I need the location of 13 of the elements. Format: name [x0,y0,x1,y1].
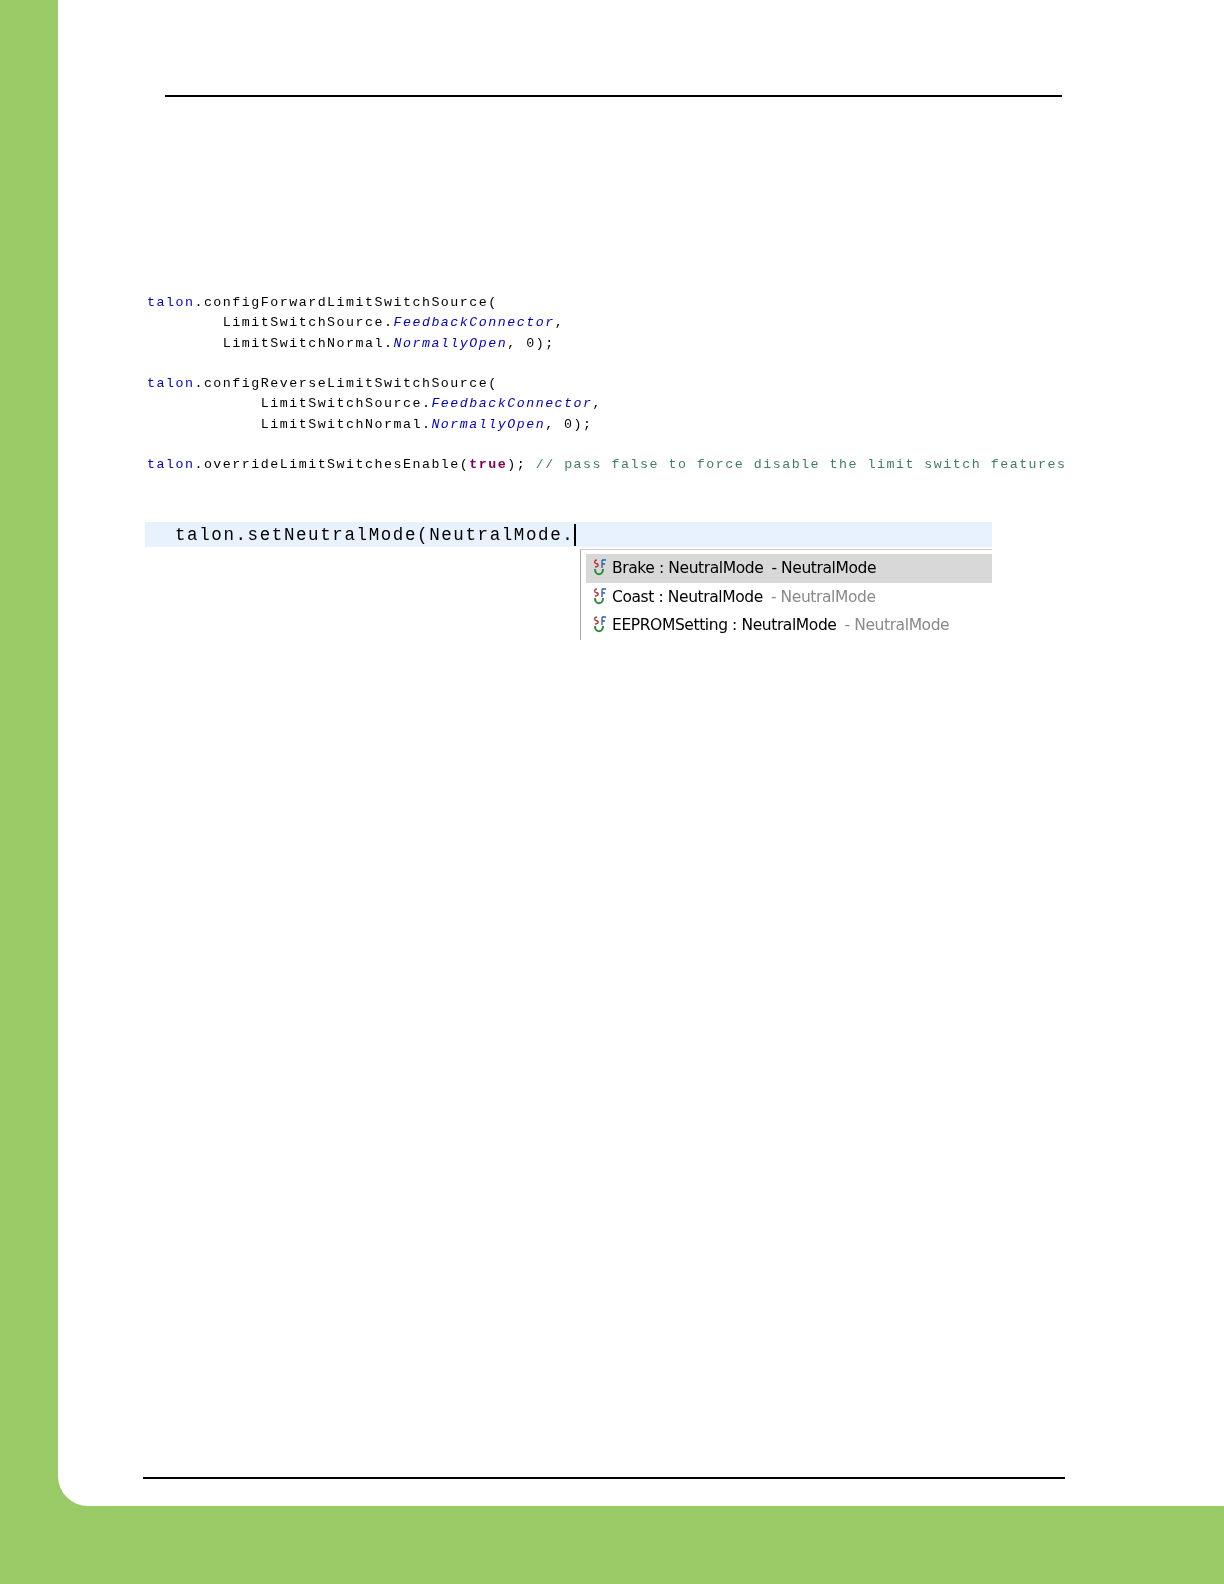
static-field-icon [592,559,608,578]
completion-item[interactable]: Brake : NeutralMode - NeutralMode [586,554,992,583]
code-line: talon.configReverseLimitSwitchSource( [147,375,499,394]
code-line: LimitSwitchSource.FeedbackConnector, [221,314,566,333]
completion-item[interactable]: Coast : NeutralMode - NeutralMode [586,582,992,611]
code-line: talon.overrideLimitSwitchesEnable(true); // pass false to force disable the limit switch features [147,456,1067,475]
code-line: LimitSwitchNormal.NormallyOpen, 0); [221,334,556,353]
completion-item[interactable]: EEPROMSetting : NeutralMode - NeutralMode [586,611,992,640]
code-line: LimitSwitchNormal.NormallyOpen, 0); [259,415,594,434]
code-line: LimitSwitchSource.FeedbackConnector, [259,395,604,414]
static-field-icon [592,616,608,635]
code-line: talon.configForwardLimitSwitchSource( [147,294,499,312]
static-field-icon [592,587,608,606]
